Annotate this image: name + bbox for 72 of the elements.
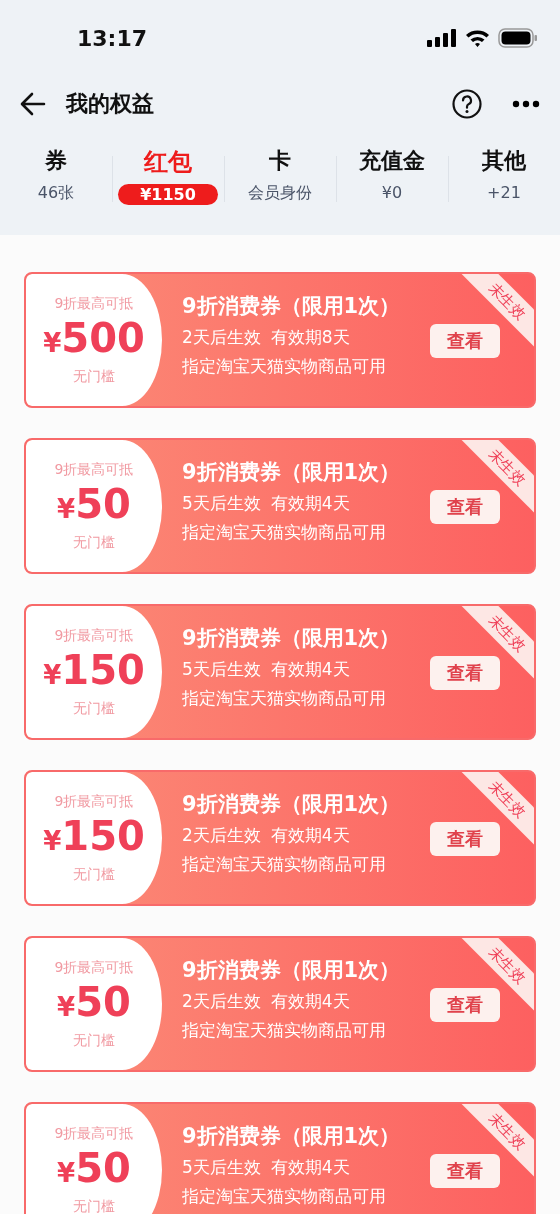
tab-count: 46张 xyxy=(37,182,75,204)
scope-text: 指定淘宝天猫实物商品可用 xyxy=(182,1185,386,1208)
help-icon[interactable] xyxy=(452,89,482,119)
category-tab[interactable]: 券 xyxy=(45,146,67,176)
validity-text: 有效期4天 xyxy=(270,824,350,847)
start-text: 2天后生效 xyxy=(182,326,261,349)
view-button[interactable]: 查看 xyxy=(430,1154,500,1188)
cap-text: 9折最高可抵 xyxy=(54,1124,134,1143)
signal-icon xyxy=(427,29,457,47)
validity-text: 有效期4天 xyxy=(270,658,350,681)
scope-text: 指定淘宝天猫实物商品可用 xyxy=(182,853,386,876)
cap-text: 9折最高可抵 xyxy=(54,294,134,313)
coupon-card[interactable]: 9折最高可抵 ¥50 无门槛 9折消费券（限用1次） 5天后生效 有效期4天 指定淘宝天猫实物商品可用 查看 未生效 xyxy=(24,1102,536,1214)
status-time: 13:17 xyxy=(77,25,148,51)
coupon-amount: ¥150 xyxy=(43,812,145,861)
coupon-card[interactable]: 9折最高可抵 ¥150 无门槛 9折消费券（限用1次） 5天后生效 有效期4天 指定淘宝天猫实物商品可用 查看 未生效 xyxy=(24,604,536,740)
cap-text: 9折最高可抵 xyxy=(54,958,134,977)
coupon-amount: ¥150 xyxy=(43,646,145,695)
battery-icon xyxy=(498,28,538,48)
more-icon[interactable] xyxy=(512,100,540,108)
threshold-text: 无门槛 xyxy=(73,699,115,718)
wifi-icon xyxy=(465,29,490,47)
scope-text: 指定淘宝天猫实物商品可用 xyxy=(182,521,386,544)
amount-badge: ¥1150 xyxy=(118,184,218,205)
coupon-title: 9折消费券（限用1次） xyxy=(182,791,401,818)
start-text: 5天后生效 xyxy=(182,1156,261,1179)
category-tab[interactable]: 其他 xyxy=(482,146,526,176)
threshold-text: 无门槛 xyxy=(73,533,115,552)
coupon-amount: ¥50 xyxy=(57,480,131,529)
start-text: 2天后生效 xyxy=(182,824,261,847)
coupon-amount: ¥50 xyxy=(57,1144,131,1193)
coupon-amount: ¥50 xyxy=(57,978,131,1027)
view-button[interactable]: 查看 xyxy=(430,490,500,524)
validity-text: 有效期4天 xyxy=(270,492,350,515)
cap-text: 9折最高可抵 xyxy=(54,792,134,811)
validity-text: 有效期8天 xyxy=(270,326,350,349)
validity-text: 有效期4天 xyxy=(270,990,350,1013)
view-button[interactable]: 查看 xyxy=(430,822,500,856)
threshold-text: 无门槛 xyxy=(73,367,115,386)
back-arrow-icon[interactable] xyxy=(20,92,46,116)
category-tab[interactable]: 卡 xyxy=(269,146,291,176)
coupon-title: 9折消费券（限用1次） xyxy=(182,1123,401,1150)
view-button[interactable]: 查看 xyxy=(430,656,500,690)
cap-text: 9折最高可抵 xyxy=(54,626,134,645)
threshold-text: 无门槛 xyxy=(73,865,115,884)
start-text: 2天后生效 xyxy=(182,990,261,1013)
coupon-title: 9折消费券（限用1次） xyxy=(182,625,401,652)
category-tab[interactable]: 充值金 xyxy=(359,146,425,176)
threshold-text: 无门槛 xyxy=(73,1031,115,1050)
view-button[interactable]: 查看 xyxy=(430,324,500,358)
scope-text: 指定淘宝天猫实物商品可用 xyxy=(182,355,386,378)
coupon-amount: ¥500 xyxy=(43,314,145,363)
tab-count: 会员身份 xyxy=(248,182,312,204)
threshold-text: 无门槛 xyxy=(73,1197,115,1214)
coupon-card[interactable]: 9折最高可抵 ¥50 无门槛 9折消费券（限用1次） 5天后生效 有效期4天 指定淘宝天猫实物商品可用 查看 未生效 xyxy=(24,438,536,574)
cap-text: 9折最高可抵 xyxy=(54,460,134,479)
coupon-card[interactable]: 9折最高可抵 ¥150 无门槛 9折消费券（限用1次） 2天后生效 有效期4天 指定淘宝天猫实物商品可用 查看 未生效 xyxy=(24,770,536,906)
coupon-title: 9折消费券（限用1次） xyxy=(182,459,401,486)
page-title: 我的权益 xyxy=(66,90,155,118)
validity-text: 有效期4天 xyxy=(270,1156,350,1179)
tab-count: ¥0 xyxy=(381,182,403,203)
tab-count: +21 xyxy=(487,182,521,203)
view-button[interactable]: 查看 xyxy=(430,988,500,1022)
coupon-title: 9折消费券（限用1次） xyxy=(182,957,401,984)
start-text: 5天后生效 xyxy=(182,492,261,515)
scope-text: 指定淘宝天猫实物商品可用 xyxy=(182,1019,386,1042)
coupon-title: 9折消费券（限用1次） xyxy=(182,293,401,320)
start-text: 5天后生效 xyxy=(182,658,261,681)
category-tab[interactable]: 红包 xyxy=(144,146,192,178)
coupon-card[interactable]: 9折最高可抵 ¥500 无门槛 9折消费券（限用1次） 2天后生效 有效期8天 指定淘宝天猫实物商品可用 查看 未生效 xyxy=(24,272,536,408)
scope-text: 指定淘宝天猫实物商品可用 xyxy=(182,687,386,710)
coupon-card[interactable]: 9折最高可抵 ¥50 无门槛 9折消费券（限用1次） 2天后生效 有效期4天 指定淘宝天猫实物商品可用 查看 未生效 xyxy=(24,936,536,1072)
